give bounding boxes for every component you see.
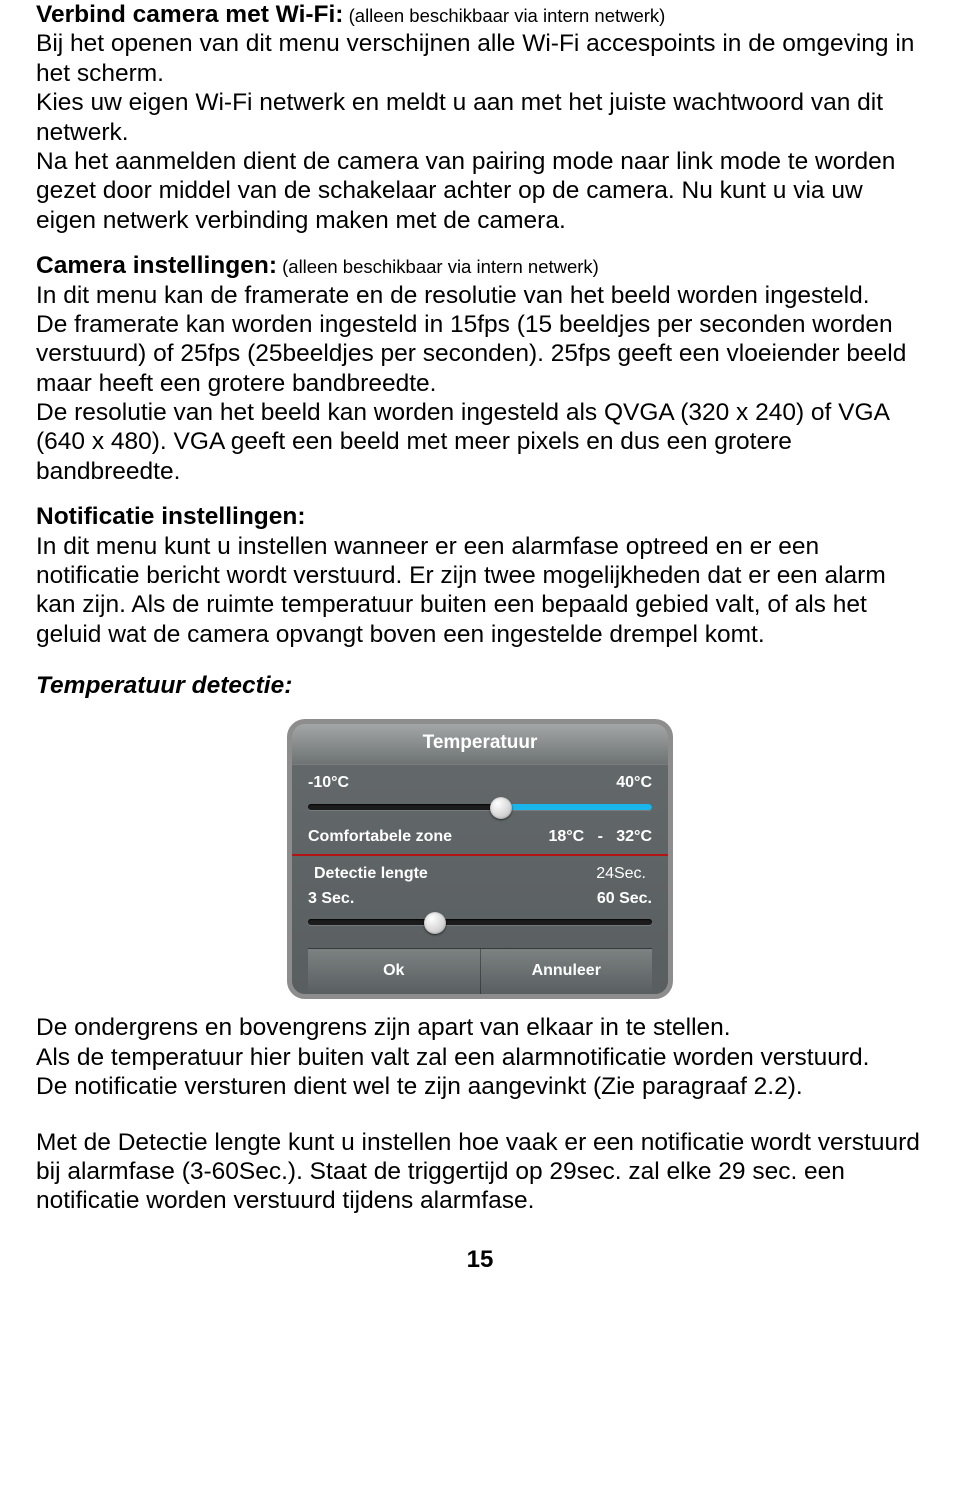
temp-range-min: -10°C [308,773,349,792]
body-text: In dit menu kunt u instellen wanneer er … [36,533,886,648]
comfort-low: 18°C [548,828,584,845]
body-text: In dit menu kan de framerate en de resol… [36,282,870,309]
footer-paragraph-2: Met de Detectie lengte kunt u instellen … [36,1128,924,1216]
divider [292,854,668,856]
section-wifi-subtitle: (alleen beschikbaar via intern netwerk) [343,5,665,26]
body-text: Na het aanmelden dient de camera van pai… [36,148,895,234]
section-notification-settings: Notificatie instellingen: In dit menu ku… [36,502,924,649]
body-text: De resolutie van het beeld kan worden in… [36,399,889,485]
detection-max: 60 Sec. [597,889,652,908]
footer-paragraph-1: De ondergrens en bovengrens zijn apart v… [36,1013,924,1101]
temp-range-max: 40°C [616,773,652,792]
section-camera-settings: Camera instellingen: (alleen beschikbaar… [36,251,924,486]
body-text: De ondergrens en bovengrens zijn apart v… [36,1014,731,1041]
detection-length-label: Detectie lengte [314,864,428,883]
section-notification-title: Notificatie instellingen: [36,503,306,530]
widget-header: Temperatuur [292,724,668,766]
comfort-high: 32°C [616,828,652,845]
section-wifi: Verbind camera met Wi-Fi: (alleen beschi… [36,0,924,235]
body-text: Met de Detectie lengte kunt u instellen … [36,1129,920,1215]
section-camera-title: Camera instellingen: [36,252,277,279]
section-camera-subtitle: (alleen beschikbaar via intern netwerk) [277,256,599,277]
comfort-zone-label: Comfortabele zone [308,827,452,846]
section-temperature-detection-title: Temperatuur detectie: [36,671,924,700]
cancel-button[interactable]: Annuleer [481,949,653,994]
detection-length-value: 24Sec. [596,864,646,883]
body-text: De framerate kan worden ingesteld in 15f… [36,311,906,397]
comfort-sep: - [598,828,603,845]
body-text: Kies uw eigen Wi-Fi netwerk en meldt u a… [36,89,883,145]
page-number: 15 [36,1246,924,1275]
detection-min: 3 Sec. [308,889,354,908]
temperature-widget: Temperatuur -10°C 40°C Comfortabele zone… [287,719,673,1000]
ok-button[interactable]: Ok [308,949,481,994]
section-wifi-title: Verbind camera met Wi-Fi: [36,1,343,28]
body-text: Als de temperatuur hier buiten valt zal … [36,1044,869,1071]
body-text: De notificatie versturen dient wel te zi… [36,1073,803,1100]
body-text: Bij het openen van dit menu verschijnen … [36,30,914,86]
detection-length-slider[interactable] [308,912,652,934]
temperature-range-slider[interactable] [308,797,652,819]
